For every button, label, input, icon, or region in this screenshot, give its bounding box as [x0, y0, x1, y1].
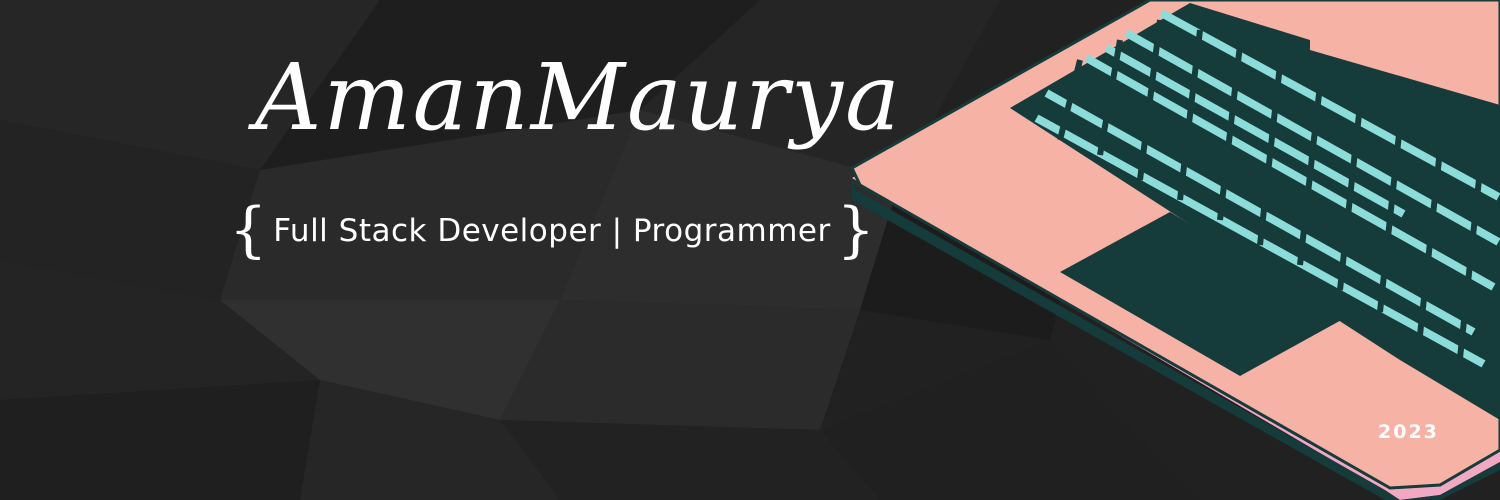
- laptop-illustration: [850, 0, 1500, 500]
- profile-banner: AmanMaurya { Full Stack Developer | Prog…: [0, 0, 1500, 500]
- year-label: 2023: [1378, 421, 1439, 443]
